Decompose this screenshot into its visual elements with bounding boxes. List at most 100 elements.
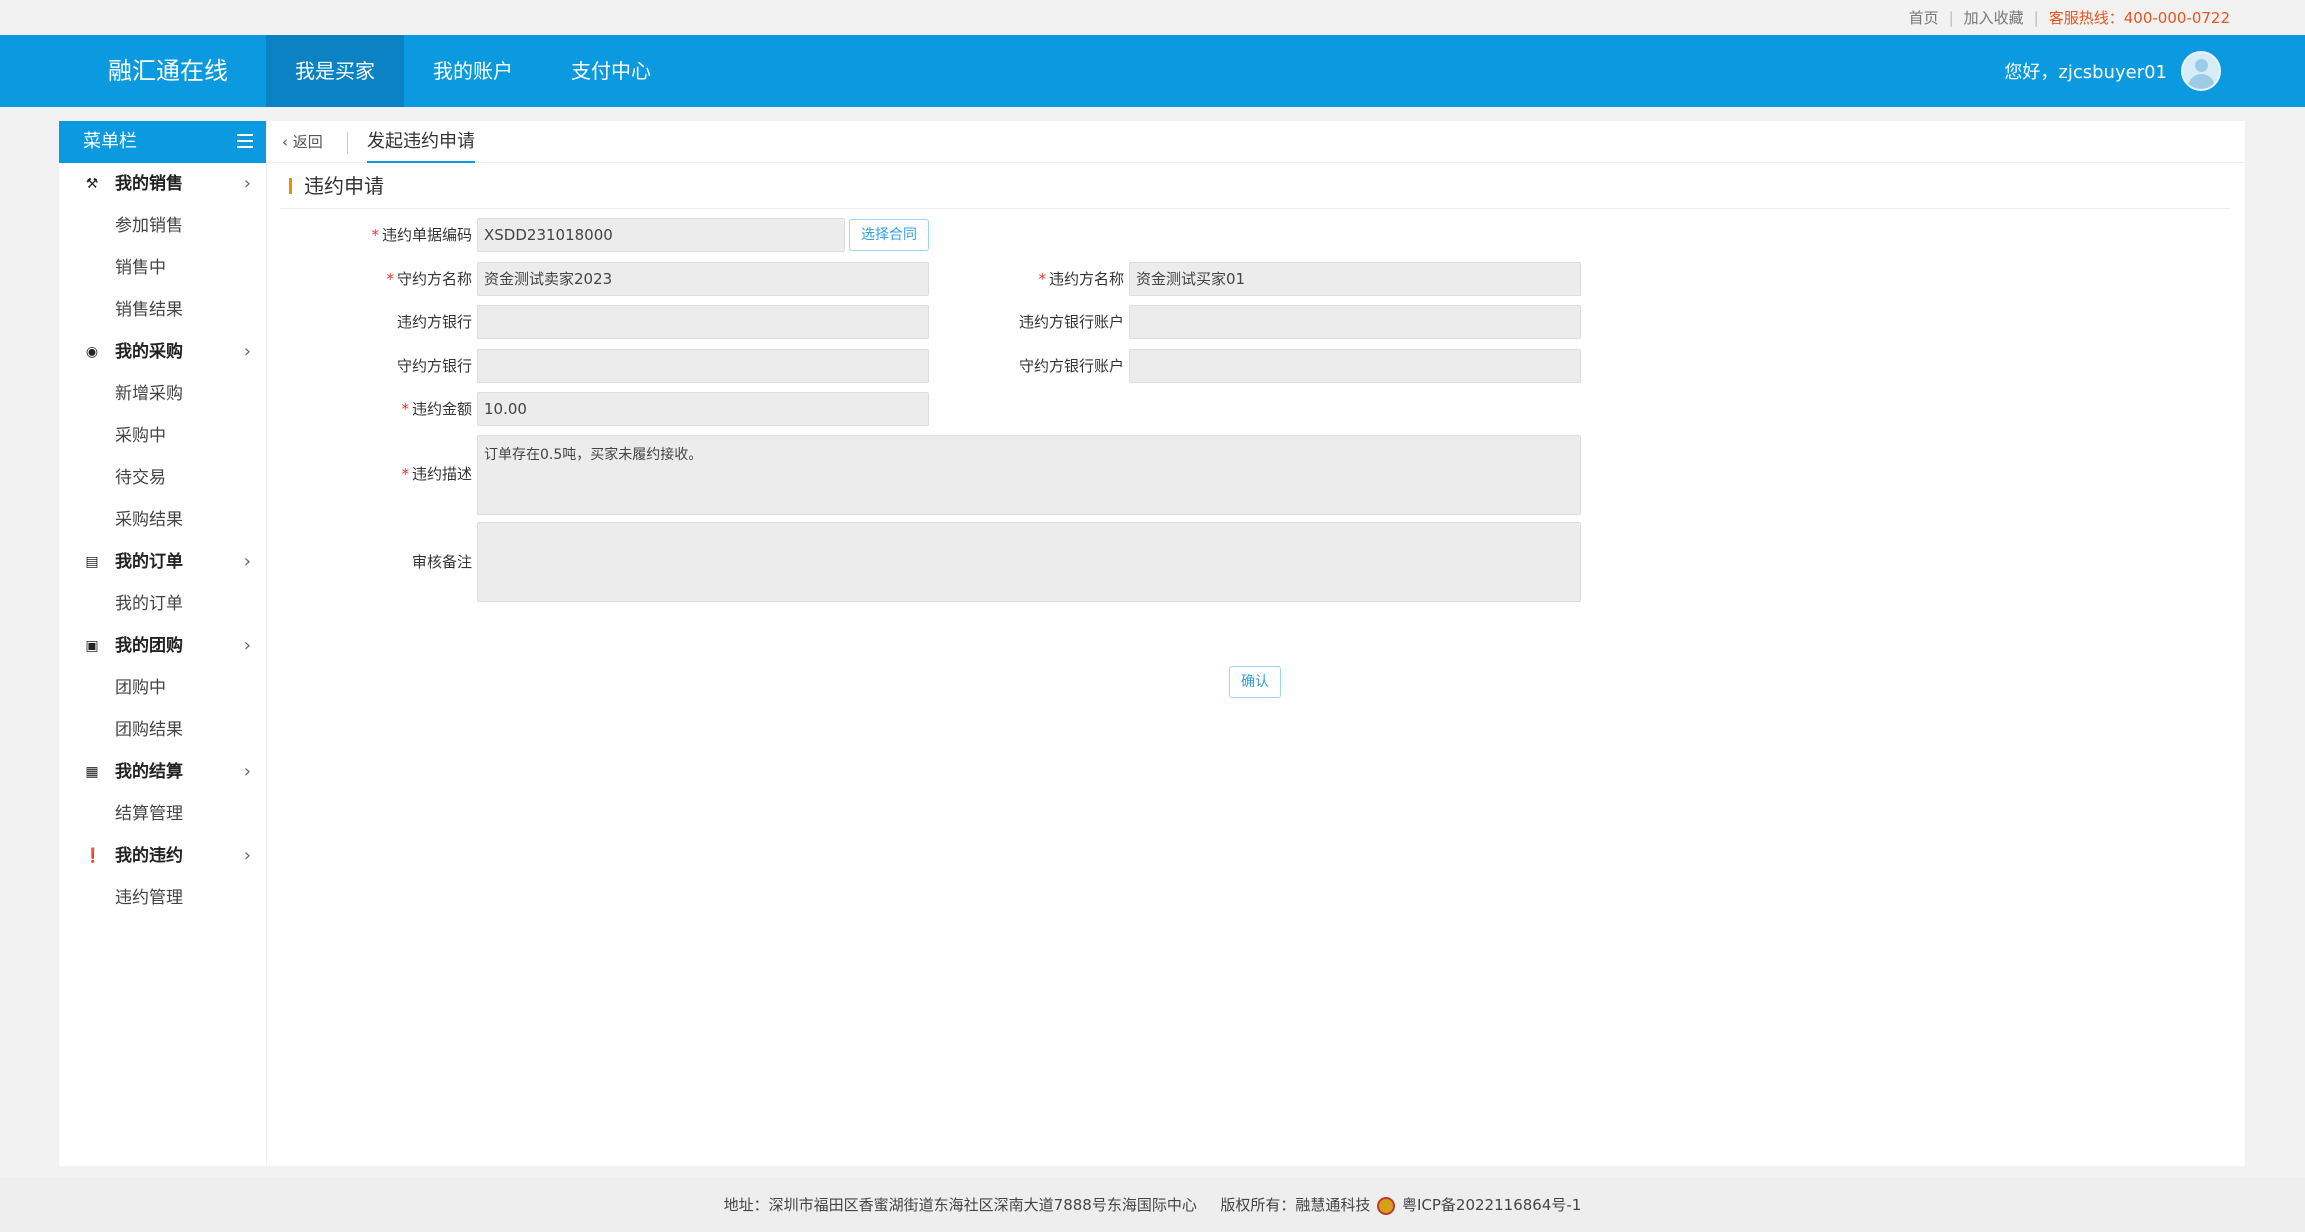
select-contract-button[interactable]: 选择合同 — [849, 219, 929, 251]
top-links: 首页 | 加入收藏 | 客服热线：400-000-0722 — [1909, 0, 2230, 35]
review-note-textarea[interactable] — [477, 522, 1581, 602]
chevron-right-icon: › — [243, 761, 251, 782]
site-logo[interactable]: 融汇通在线 — [108, 35, 228, 107]
keeper-name-label-text: 守约方名称 — [396, 270, 472, 288]
nav-payment-center[interactable]: 支付中心 — [542, 35, 680, 107]
user-greeting[interactable]: 您好，zjcsbuyer01 — [2004, 58, 2167, 84]
doc-no-label: * 违约单据编码 — [267, 218, 472, 252]
back-label: 返回 — [292, 133, 323, 151]
keeper-account-field[interactable] — [1129, 349, 1581, 383]
back-button[interactable]: ‹ 返回 — [282, 121, 323, 163]
confirm-button[interactable]: 确认 — [1229, 666, 1281, 698]
sidebar-item-group-results[interactable]: 团购结果 — [59, 709, 266, 751]
required-mark: * — [1038, 270, 1046, 288]
document-icon: ▤ — [85, 554, 99, 570]
chevron-right-icon: › — [243, 845, 251, 866]
nav-buyer[interactable]: 我是买家 — [266, 35, 404, 107]
amount-label-text: 违约金额 — [411, 400, 472, 418]
divider: | — [1948, 8, 1954, 27]
doc-no-field[interactable]: XSDD231018000 — [477, 218, 845, 252]
footer-address: 地址：深圳市福田区香蜜湖街道东海社区深南大道7888号东海国际中心 — [723, 1196, 1197, 1214]
description-label: * 违约描述 — [267, 457, 472, 491]
avatar-head-shape — [2195, 59, 2208, 72]
required-mark: * — [401, 465, 409, 483]
nav-my-account[interactable]: 我的账户 — [404, 35, 542, 107]
sidebar-group-sales[interactable]: ⚒ 我的销售 › — [59, 163, 266, 205]
sidebar-item-group-buying[interactable]: 团购中 — [59, 667, 266, 709]
add-favorite-link[interactable]: 加入收藏 — [1964, 7, 2024, 28]
sidebar-group-purchase[interactable]: ◉ 我的采购 › — [59, 331, 266, 373]
tab-bar: ‹ 返回 发起违约申请 — [267, 121, 2245, 163]
group-label: 我的销售 — [115, 174, 183, 194]
sidebar: 菜单栏 ⚒ 我的销售 › 参加销售 销售中 销售结果 ◉ 我的采购 › 新增采购… — [59, 121, 266, 1166]
group-label: 我的采购 — [115, 342, 183, 362]
chevron-left-icon: ‹ — [282, 133, 293, 151]
sidebar-group-group-buy[interactable]: ▣ 我的团购 › — [59, 625, 266, 667]
home-link[interactable]: 首页 — [1909, 7, 1939, 28]
group-label: 我的违约 — [115, 846, 183, 866]
tab-divider — [347, 132, 348, 154]
breacher-name-field[interactable]: 资金测试买家01 — [1129, 262, 1581, 296]
sidebar-item-join-sale[interactable]: 参加销售 — [59, 205, 266, 247]
footer-copyright: 版权所有：融慧通科技 — [1220, 1196, 1371, 1214]
breacher-account-label: 违约方银行账户 — [1018, 313, 1124, 331]
police-badge-icon — [1377, 1196, 1396, 1215]
sidebar-title: 菜单栏 — [83, 131, 137, 152]
keeper-name-label: * 守约方名称 — [267, 262, 472, 296]
required-mark: * — [371, 226, 379, 244]
amount-label: * 违约金额 — [267, 392, 472, 426]
breacher-bank-label: 违约方银行 — [396, 313, 472, 331]
group-label: 我的团购 — [115, 636, 183, 656]
footer: 地址：深圳市福田区香蜜湖街道东海社区深南大道7888号东海国际中心 版权所有：融… — [0, 1178, 2305, 1232]
main-content: ‹ 返回 发起违约申请 违约申请 * 违约单据编码 XSDD231018000 选… — [267, 121, 2245, 1166]
doc-no-label-text: 违约单据编码 — [381, 226, 472, 244]
breacher-name-label-text: 违约方名称 — [1048, 270, 1124, 288]
chevron-right-icon: › — [243, 551, 251, 572]
chevron-right-icon: › — [243, 635, 251, 656]
sidebar-item-settlement-mgmt[interactable]: 结算管理 — [59, 793, 266, 835]
sidebar-item-purchasing[interactable]: 采购中 — [59, 415, 266, 457]
amount-field[interactable]: 10.00 — [477, 392, 929, 426]
review-note-label: 审核备注 — [411, 553, 472, 571]
sidebar-group-settlement[interactable]: ▦ 我的结算 › — [59, 751, 266, 793]
hotline-text: 客服热线：400-000-0722 — [2048, 9, 2230, 27]
avatar[interactable] — [2181, 51, 2221, 91]
sidebar-item-sale-results[interactable]: 销售结果 — [59, 289, 266, 331]
sidebar-item-purchase-results[interactable]: 采购结果 — [59, 499, 266, 541]
section-accent-bar — [289, 178, 292, 194]
tab-breach-application[interactable]: 发起违约申请 — [367, 121, 475, 163]
sidebar-header: 菜单栏 — [59, 121, 266, 163]
group-label: 我的结算 — [115, 762, 183, 782]
chevron-right-icon: › — [243, 341, 251, 362]
main-header: 融汇通在线 我是买家 我的账户 支付中心 您好，zjcsbuyer01 — [0, 35, 2305, 107]
sidebar-group-orders[interactable]: ▤ 我的订单 › — [59, 541, 266, 583]
menu-toggle-icon[interactable] — [237, 134, 253, 148]
divider: | — [2033, 8, 2039, 27]
sidebar-item-selling[interactable]: 销售中 — [59, 247, 266, 289]
auction-icon: ⚒ — [85, 176, 99, 192]
sidebar-item-new-purchase[interactable]: 新增采购 — [59, 373, 266, 415]
main-nav: 我是买家 我的账户 支付中心 — [266, 35, 680, 107]
sidebar-group-breach[interactable]: ❗ 我的违约 › — [59, 835, 266, 877]
section-title: 违约申请 — [304, 174, 384, 198]
exclamation-circle-icon: ❗ — [84, 848, 102, 864]
keeper-account-label: 守约方银行账户 — [1018, 357, 1124, 375]
sidebar-item-my-orders[interactable]: 我的订单 — [59, 583, 266, 625]
sidebar-item-breach-mgmt[interactable]: 违约管理 — [59, 877, 266, 919]
footer-icp[interactable]: 粤ICP备2022116864号-1 — [1402, 1196, 1581, 1214]
shop-icon: ▣ — [85, 638, 99, 654]
sidebar-item-pending-trade[interactable]: 待交易 — [59, 457, 266, 499]
search-circle-icon: ◉ — [85, 344, 99, 360]
keeper-bank-label: 守约方银行 — [396, 357, 472, 375]
avatar-body-shape — [2188, 74, 2215, 89]
breacher-bank-field[interactable] — [477, 305, 929, 339]
calculator-icon: ▦ — [85, 764, 99, 780]
breacher-account-field[interactable] — [1129, 305, 1581, 339]
keeper-name-field[interactable]: 资金测试卖家2023 — [477, 262, 929, 296]
user-area: 您好，zjcsbuyer01 — [2004, 35, 2221, 107]
group-label: 我的订单 — [115, 552, 183, 572]
chevron-right-icon: › — [243, 173, 251, 194]
required-mark: * — [401, 400, 409, 418]
keeper-bank-field[interactable] — [477, 349, 929, 383]
description-textarea[interactable]: 订单存在0.5吨，买家未履约接收。 — [477, 435, 1581, 515]
